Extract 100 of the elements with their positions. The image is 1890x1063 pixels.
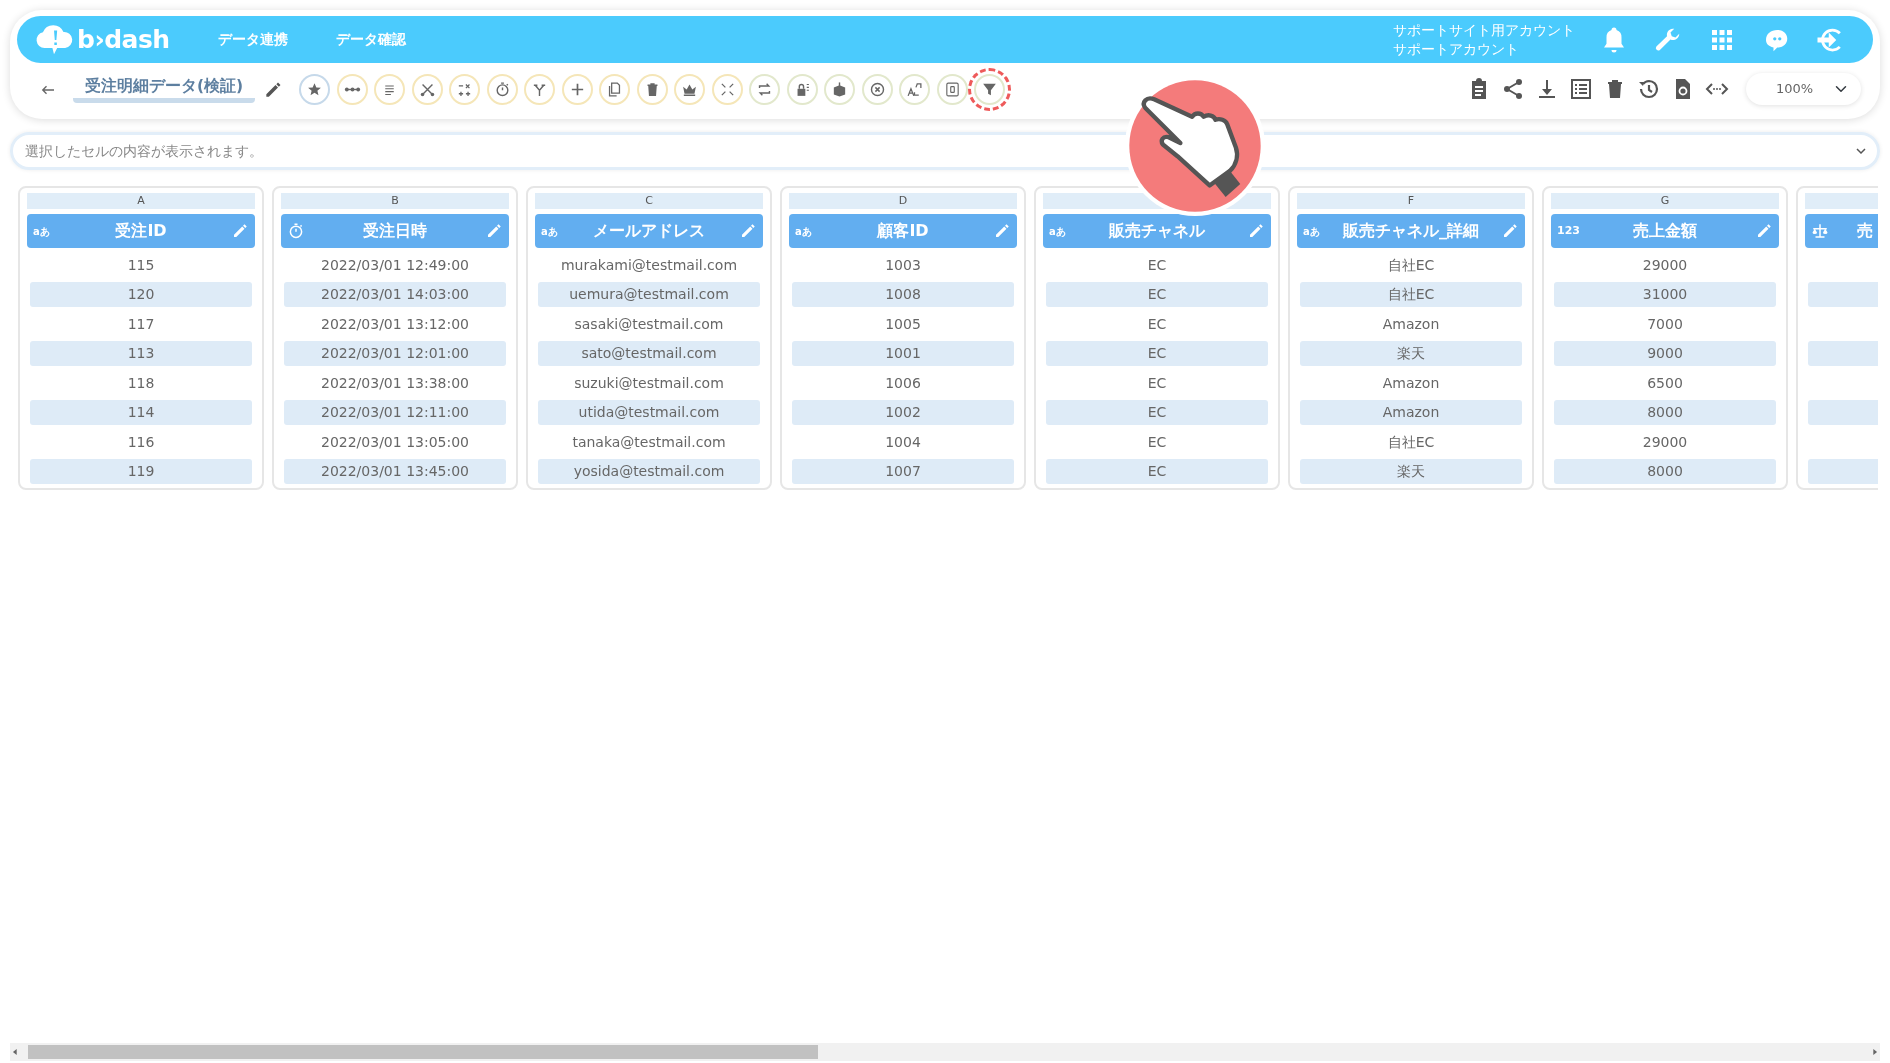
tool-button[interactable] [561, 73, 593, 105]
pencil-icon [1755, 222, 1773, 240]
table-cell: 120 [30, 282, 252, 307]
row-stripe [1808, 459, 1878, 484]
zoom-select[interactable]: 100% [1746, 73, 1861, 105]
table-cell-text: EC [1146, 432, 1168, 452]
table-cell-text: 116 [126, 432, 156, 452]
table-cell-text: 2022/03/01 12:49:00 [320, 255, 470, 275]
table-cell-text: 7000 [1646, 314, 1684, 334]
tool-button[interactable] [786, 73, 818, 105]
table-cell: 113 [30, 341, 252, 366]
table-cell: 2022/03/01 14:03:00 [284, 282, 506, 307]
tool-button[interactable] [411, 73, 443, 105]
table-cell-text: 1006 [884, 373, 922, 393]
pencil-icon [485, 222, 503, 240]
table-cell: 8000 [1554, 459, 1776, 484]
table-cell: 自社EC [1300, 282, 1522, 307]
tool-button[interactable] [524, 73, 556, 105]
table-cell: yosida@testmail.com [538, 459, 760, 484]
table-cell-text: EC [1146, 373, 1168, 393]
table-cell: EC [1046, 341, 1268, 366]
table-cell-text: sasaki@testmail.com [573, 314, 725, 334]
tool-button[interactable] [636, 73, 668, 105]
tool-button[interactable] [299, 73, 331, 105]
type-label: 123 [1557, 222, 1581, 239]
table-cell: 1001 [792, 341, 1014, 366]
tool-button[interactable] [861, 73, 893, 105]
table-cell: 9000 [1554, 341, 1776, 366]
table-cell: 楽天 [1300, 459, 1522, 484]
logo-text: b›dash [77, 23, 170, 56]
tool-button[interactable] [486, 73, 518, 105]
nav-link[interactable]: データ連携 [217, 29, 288, 50]
table-cell: utida@testmail.com [538, 400, 760, 425]
cell-content-field[interactable]: 選択したセルの内容が表示されます。 [13, 139, 1853, 163]
column-letter: D [789, 193, 1017, 209]
scrollbar-thumb[interactable] [28, 1045, 818, 1059]
nav-link[interactable]: データ確認 [335, 29, 406, 50]
column-heading: 販売チャネル_詳細 [1343, 220, 1479, 242]
account-name: サポートサイト用アカウント [1393, 21, 1575, 40]
column-header[interactable]: 123 売上金額 [1551, 214, 1779, 248]
tool-button[interactable] [336, 73, 368, 105]
column-header[interactable]: aあ 顧客ID [789, 214, 1017, 248]
table-cell-text: tanaka@testmail.com [571, 432, 727, 452]
table-cell-text: Amazon [1381, 314, 1441, 334]
pencil-icon [231, 222, 249, 240]
tool-button[interactable] [599, 73, 631, 105]
row-stripe [1808, 400, 1878, 425]
table-cell-text: 1005 [884, 314, 922, 334]
type-label: aあ [1303, 224, 1321, 239]
table-cell-text: 自社EC [1386, 255, 1436, 275]
column-header[interactable]: aあ 販売チャネル_詳細 [1297, 214, 1525, 248]
table-cell: 2022/03/01 12:01:00 [284, 341, 506, 366]
table-cell: EC [1046, 459, 1268, 484]
tool-button[interactable] [824, 73, 856, 105]
horizontal-scrollbar[interactable] [10, 1043, 1880, 1061]
row-stripe [1808, 282, 1878, 307]
table-cell-text: 117 [126, 314, 156, 334]
column-header[interactable]: aあ 販売チャネル [1043, 214, 1271, 248]
tool-button[interactable] [449, 73, 481, 105]
table-cell-text: 1003 [884, 255, 922, 275]
table-cell-text: 118 [126, 373, 156, 393]
table-cell-text: 6500 [1646, 373, 1684, 393]
tool-button[interactable] [674, 73, 706, 105]
list-icon [1569, 77, 1593, 102]
account-name: サポートアカウント [1393, 39, 1520, 58]
dots-icon [343, 86, 361, 92]
column-heading: 販売チャネル [1109, 220, 1205, 242]
formula-field[interactable]: 選択したセルの内容が表示されます。 [10, 132, 1880, 170]
column-header[interactable]: aあ メールアドレス [535, 214, 763, 248]
table-cell: EC [1046, 400, 1268, 425]
column-letter: F [1297, 193, 1525, 209]
type-label: aあ [541, 224, 559, 239]
column-letter: B [281, 193, 509, 209]
table-cell-text: 1004 [884, 432, 922, 452]
table-cell: 1008 [792, 282, 1014, 307]
table-cell: 1002 [792, 400, 1014, 425]
list-button[interactable] [1568, 76, 1594, 102]
column-heading: 顧客ID [877, 220, 929, 242]
column-header[interactable]: aあ 受注ID [27, 214, 255, 248]
tool-button[interactable] [374, 73, 406, 105]
share-icon [1501, 77, 1525, 102]
zero-box-icon [943, 80, 961, 98]
tool-button[interactable] [936, 73, 968, 105]
pencil-icon [993, 222, 1011, 240]
column-letter: A [27, 193, 255, 209]
column-header[interactable]: 売 [1805, 214, 1878, 248]
table-cell: sato@testmail.com [538, 341, 760, 366]
table-cell: Amazon [1300, 400, 1522, 425]
column-letter: G [1551, 193, 1779, 209]
table-cell-text: 29000 [1641, 432, 1689, 452]
table-cell: 2022/03/01 13:45:00 [284, 459, 506, 484]
table-cell: uemura@testmail.com [538, 282, 760, 307]
tool-button[interactable] [749, 73, 781, 105]
table-cell: 114 [30, 400, 252, 425]
tool-button[interactable] [899, 73, 931, 105]
pencil-icon [1501, 222, 1519, 240]
table-cell: 2022/03/01 12:11:00 [284, 400, 506, 425]
table-cell: 8000 [1554, 400, 1776, 425]
column-header[interactable]: 受注日時 [281, 214, 509, 248]
table-cell-text: murakami@testmail.com [559, 255, 738, 275]
